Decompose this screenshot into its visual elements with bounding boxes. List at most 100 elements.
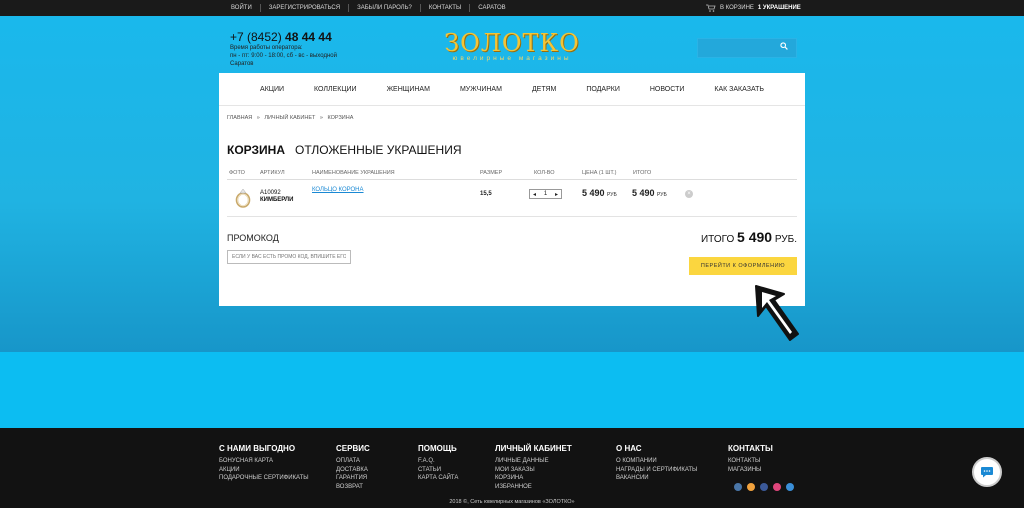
- instagram-icon[interactable]: [773, 483, 781, 491]
- footer-link[interactable]: АКЦИИ: [219, 466, 309, 475]
- nav-item-men[interactable]: МУЖЧИНАМ: [460, 86, 502, 93]
- article-brand: КИМБЕРЛИ: [260, 197, 294, 203]
- nav-item-sales[interactable]: АКЦИИ: [260, 86, 284, 93]
- footer-link[interactable]: СТАТЬИ: [418, 466, 458, 475]
- hours-line-2: пн - пт: 9:00 - 18:00, сб - вс - выходно…: [230, 53, 337, 59]
- search-input[interactable]: [697, 38, 797, 58]
- ring-photo[interactable]: [232, 186, 254, 210]
- footer-link[interactable]: КОНТАКТЫ: [728, 457, 773, 466]
- grand-total-label: ИТОГО: [700, 234, 735, 245]
- table-header: ФОТО АРТИКУЛ НАИМЕНОВАНИЕ УКРАШЕНИЯ РАЗМ…: [227, 170, 797, 180]
- logo-subtitle: ювелирные магазины: [452, 55, 572, 62]
- footer-col-title: О НАС: [616, 444, 642, 453]
- nav-item-how-to-order[interactable]: КАК ЗАКАЗАТЬ: [714, 86, 764, 93]
- footer-link[interactable]: ВОЗВРАТ: [336, 483, 370, 492]
- article-number: А10092: [260, 190, 281, 196]
- footer-link[interactable]: F.A.Q.: [418, 457, 458, 466]
- product-name-link[interactable]: КОЛЬЦО КОРОНА: [312, 187, 364, 193]
- footer-col-about: О НАС О КОМПАНИИ НАГРАДЫ И СЕРТИФИКАТЫ В…: [616, 444, 697, 483]
- hours-line-1: Время работы оператора:: [230, 45, 303, 51]
- phone-code: +7 (8452): [230, 30, 282, 44]
- breadcrumb-account[interactable]: ЛИЧНЫЙ КАБИНЕТ: [264, 115, 315, 121]
- phone-number[interactable]: +7 (8452) 48 44 44: [230, 30, 332, 44]
- footer-link[interactable]: ИЗБРАННОЕ: [495, 483, 572, 492]
- grand-total: ИТОГО 5 490 РУБ.: [701, 229, 797, 245]
- footer-link[interactable]: О КОМПАНИИ: [616, 457, 697, 466]
- decrease-icon[interactable]: ◂: [533, 191, 536, 198]
- odnoklassniki-icon[interactable]: [747, 483, 755, 491]
- cart-tabs: КОРЗИНА ОТЛОЖЕННЫЕ УКРАШЕНИЯ: [227, 143, 461, 157]
- site-logo[interactable]: ЗОЛОТКО ювелирные магазины: [430, 30, 594, 62]
- footer-link[interactable]: ВАКАНСИИ: [616, 474, 697, 483]
- city-link[interactable]: САРАТОВ: [470, 4, 513, 12]
- annotation-arrow-icon: [755, 285, 799, 341]
- col-total: ИТОГО: [633, 170, 652, 176]
- promo-code-input[interactable]: [227, 250, 351, 264]
- site-footer: С НАМИ ВЫГОДНО БОНУСНАЯ КАРТА АКЦИИ ПОДА…: [0, 428, 1024, 508]
- footer-link[interactable]: ПОДАРОЧНЫЕ СЕРТИФИКАТЫ: [219, 474, 309, 483]
- breadcrumb-cart: КОРЗИНА: [327, 115, 354, 121]
- hours-line-3: Саратов: [230, 61, 254, 67]
- footer-col-title: ЛИЧНЫЙ КАБИНЕТ: [495, 444, 572, 453]
- register-link[interactable]: ЗАРЕГИСТРИРОВАТЬСЯ: [261, 4, 350, 12]
- col-size: РАЗМЕР: [480, 170, 503, 176]
- breadcrumb-separator: »: [319, 115, 323, 121]
- main-nav: АКЦИИ КОЛЛЕКЦИИ ЖЕНЩИНАМ МУЖЧИНАМ ДЕТЯМ …: [219, 73, 805, 106]
- contacts-link[interactable]: КОНТАКТЫ: [421, 4, 471, 12]
- cart-count: 1 УКРАШЕНИЕ: [757, 5, 801, 11]
- logo-text: ЗОЛОТКО: [444, 29, 580, 57]
- tab-saved-items[interactable]: ОТЛОЖЕННЫЕ УКРАШЕНИЯ: [295, 143, 462, 157]
- breadcrumb-home[interactable]: ГЛАВНАЯ: [227, 115, 252, 121]
- grand-total-currency: РУБ.: [774, 234, 797, 245]
- chat-bubble-icon: [981, 467, 993, 478]
- cart-icon: [706, 4, 716, 12]
- col-qty: КОЛ-ВО: [534, 170, 555, 176]
- nav-item-gifts[interactable]: ПОДАРКИ: [586, 86, 620, 93]
- copyright: 2018 ©, Сеть ювелирных магазинов «ЗОЛОТК…: [449, 499, 575, 505]
- footer-col-title: ПОМОЩЬ: [418, 444, 457, 453]
- checkout-button[interactable]: ПЕРЕЙТИ К ОФОРМЛЕНИЮ: [689, 257, 797, 275]
- footer-link[interactable]: КАРТА САЙТА: [418, 474, 458, 483]
- vk-icon[interactable]: [734, 483, 742, 491]
- table-row: А10092 КИМБЕРЛИ КОЛЬЦО КОРОНА 15,5 ◂ 1 ▸…: [227, 181, 797, 217]
- footer-link[interactable]: НАГРАДЫ И СЕРТИФИКАТЫ: [616, 466, 697, 475]
- forgot-password-link[interactable]: ЗАБЫЛИ ПАРОЛЬ?: [349, 4, 421, 12]
- facebook-icon[interactable]: [760, 483, 768, 491]
- footer-link[interactable]: ДОСТАВКА: [336, 466, 370, 475]
- email-icon[interactable]: [786, 483, 794, 491]
- footer-col-title: С НАМИ ВЫГОДНО: [219, 444, 296, 453]
- unit-price: 5 490 РУБ: [582, 188, 617, 198]
- promo-title: ПРОМОКОД: [227, 233, 279, 243]
- nav-item-kids[interactable]: ДЕТЯМ: [532, 86, 556, 93]
- row-total-value: 5 490: [632, 188, 655, 198]
- cart-link[interactable]: В КОРЗИНЕ 1 УКРАШЕНИЕ: [706, 0, 801, 16]
- footer-link[interactable]: МАГАЗИНЫ: [728, 466, 773, 475]
- cart-panel: АКЦИИ КОЛЛЕКЦИИ ЖЕНЩИНАМ МУЖЧИНАМ ДЕТЯМ …: [219, 73, 805, 306]
- quantity-value[interactable]: 1: [544, 191, 547, 197]
- increase-icon[interactable]: ▸: [555, 191, 558, 198]
- working-hours: Время работы оператора: пн - пт: 9:00 - …: [230, 44, 350, 68]
- nav-item-women[interactable]: ЖЕНЩИНАМ: [387, 86, 430, 93]
- footer-link[interactable]: ОПЛАТА: [336, 457, 370, 466]
- remove-item-icon[interactable]: ×: [685, 190, 693, 198]
- footer-link[interactable]: ГАРАНТИЯ: [336, 474, 370, 483]
- footer-link[interactable]: КОРЗИНА: [495, 474, 572, 483]
- chat-widget-button[interactable]: [972, 457, 1002, 487]
- breadcrumb-separator: »: [256, 115, 260, 121]
- footer-col-service: СЕРВИС ОПЛАТА ДОСТАВКА ГАРАНТИЯ ВОЗВРАТ: [336, 444, 370, 491]
- tab-cart[interactable]: КОРЗИНА: [227, 143, 285, 157]
- size-value: 15,5: [480, 191, 492, 197]
- nav-item-news[interactable]: НОВОСТИ: [650, 86, 685, 93]
- breadcrumb: ГЛАВНАЯ » ЛИЧНЫЙ КАБИНЕТ » КОРЗИНА: [227, 115, 356, 121]
- pattern-band: [0, 352, 1024, 428]
- nav-item-collections[interactable]: КОЛЛЕКЦИИ: [314, 86, 357, 93]
- footer-link[interactable]: БОНУСНАЯ КАРТА: [219, 457, 309, 466]
- social-links: [734, 483, 794, 491]
- login-link[interactable]: ВОЙТИ: [223, 4, 261, 12]
- phone-digits: 48 44 44: [285, 30, 332, 44]
- footer-link[interactable]: ЛИЧНЫЕ ДАННЫЕ: [495, 457, 572, 466]
- quantity-stepper[interactable]: ◂ 1 ▸: [529, 189, 562, 199]
- search-icon[interactable]: [778, 42, 790, 54]
- footer-col-benefits: С НАМИ ВЫГОДНО БОНУСНАЯ КАРТА АКЦИИ ПОДА…: [219, 444, 309, 483]
- footer-link[interactable]: МОИ ЗАКАЗЫ: [495, 466, 572, 475]
